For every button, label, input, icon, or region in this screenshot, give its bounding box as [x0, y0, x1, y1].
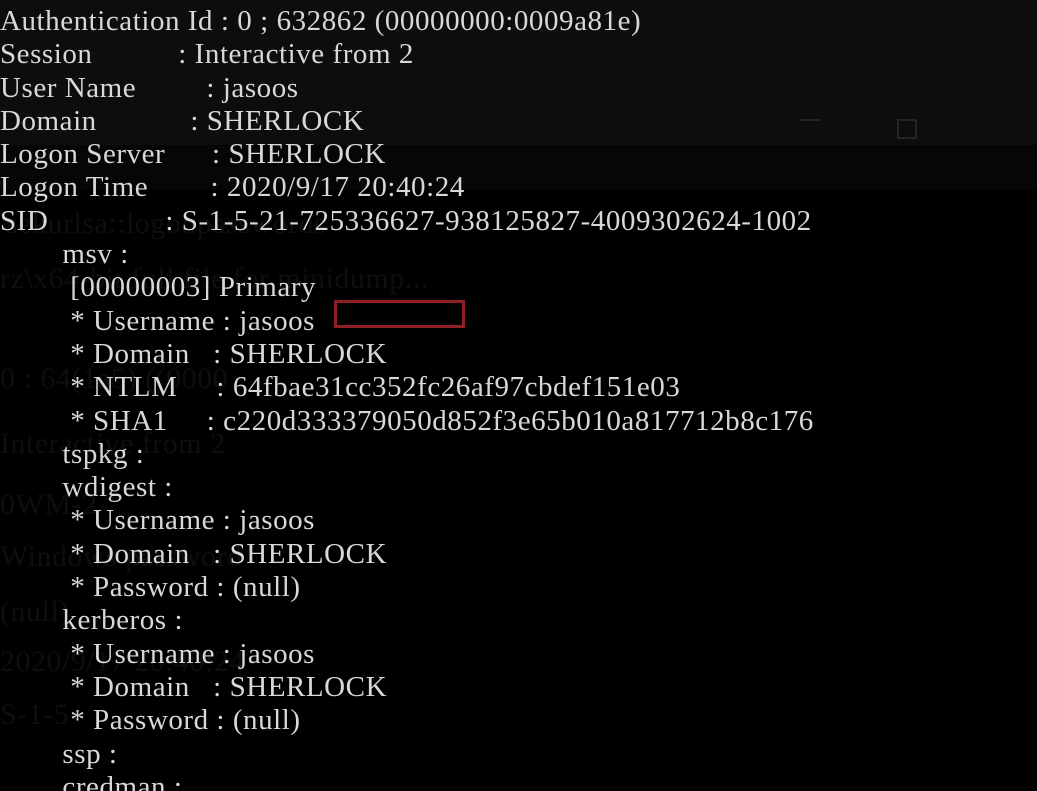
console-line: SID : S-1-5-21-725336627-938125827-40093…: [0, 204, 812, 237]
console-line: * Password : (null): [0, 571, 301, 604]
console-line: User Name : jasoos: [0, 71, 299, 104]
console-line: * Password : (null): [0, 704, 301, 737]
console-line: Session : Interactive from 2: [0, 38, 414, 71]
console-line: Logon Server : SHERLOCK: [0, 138, 386, 171]
console-line: * NTLM : 64fbae31cc352fc26af97cbdef151e0…: [0, 371, 681, 404]
console-line: ssp :: [0, 737, 118, 770]
console-line: Domain : SHERLOCK: [0, 104, 365, 137]
console-line: * Domain : SHERLOCK: [0, 537, 388, 570]
console-window: sekurlsa::logonpasswords rz\x64-bit full…: [0, 0, 1037, 791]
console-line: [00000003] Primary: [0, 271, 317, 304]
console-line: * Username : jasoos: [0, 504, 316, 537]
console-line: kerberos :: [0, 604, 184, 637]
console-line: credman :: [0, 770, 183, 791]
console-line: Logon Time : 2020/9/17 20:40:24: [0, 171, 465, 204]
console-output[interactable]: Authentication Id : 0 ; 632862 (00000000…: [0, 0, 1037, 791]
console-line: * Domain : SHERLOCK: [0, 670, 388, 703]
console-line: wdigest :: [0, 471, 173, 504]
console-line: * Username : jasoos: [0, 637, 316, 670]
console-line: * Username : jasoos: [0, 304, 316, 337]
console-line: msv :: [0, 238, 129, 271]
console-line: Authentication Id : 0 ; 632862 (00000000…: [0, 5, 642, 37]
console-line: * SHA1 : c220d333379050d852f3e65b010a817…: [0, 404, 814, 437]
console-line: * Domain : SHERLOCK: [0, 337, 388, 370]
console-line: tspkg :: [0, 437, 145, 470]
